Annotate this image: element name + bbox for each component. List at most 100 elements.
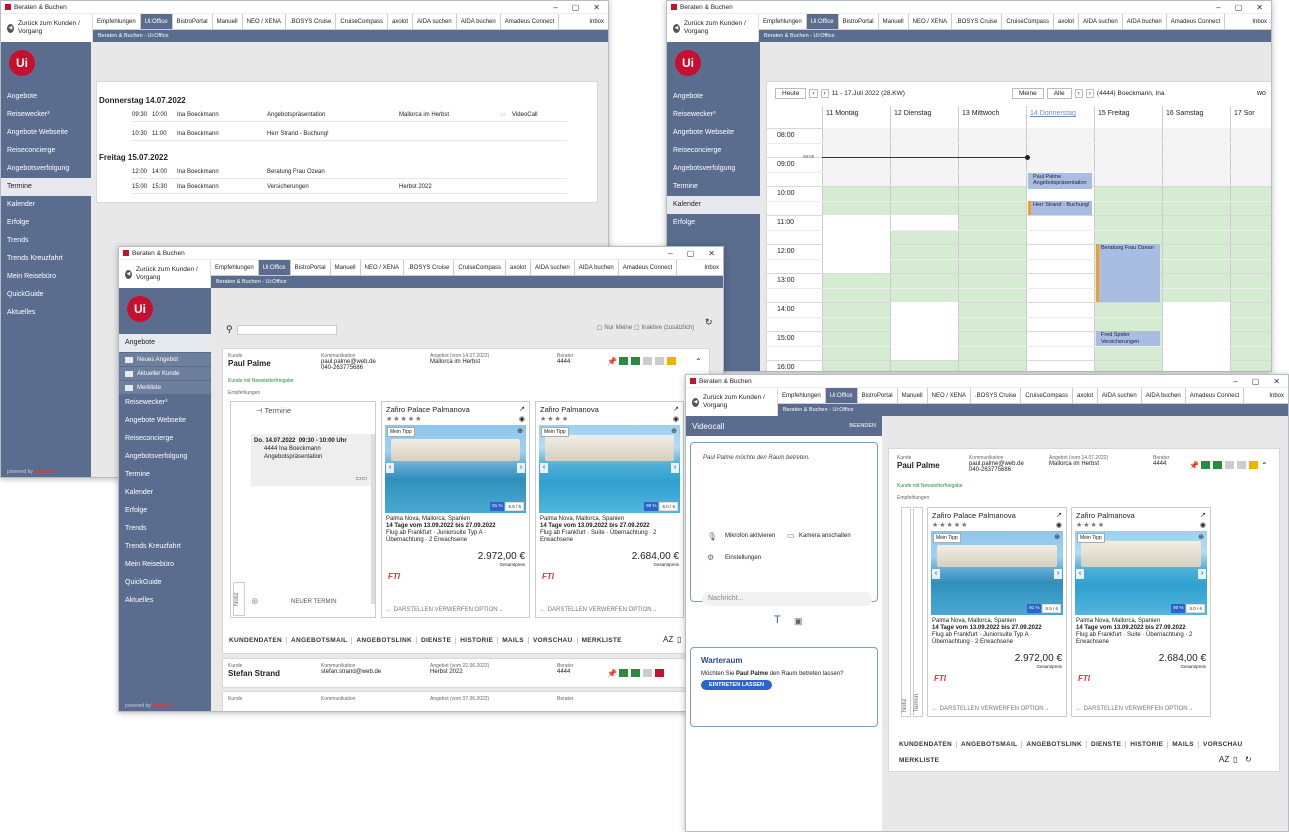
prev-image-button[interactable]: ‹ [540, 463, 548, 473]
tab-inbox[interactable]: Inbox [700, 260, 723, 275]
tab-historie[interactable]: HISTORIE [456, 637, 499, 644]
nav-trends[interactable]: Trends [1, 232, 91, 250]
tab-bosys[interactable]: .BOSYS Cruise [971, 388, 1022, 403]
image-icon[interactable]: ▣ [794, 616, 803, 627]
tab-bistroportal[interactable]: BistroPortal [173, 14, 213, 29]
card-icon[interactable] [631, 357, 640, 365]
globe-icon[interactable]: ⊕ [1198, 533, 1204, 541]
mic-button[interactable]: Mikrofon aktivieren [725, 533, 775, 539]
event-paul-palme[interactable]: Paul Palme Angebotspräsentation [1028, 172, 1092, 189]
offer-card[interactable]: Zafiro Palmanova ↗ ◉ ★★★★ Mein Tipp ⊕ ‹ › 90 %… [535, 401, 684, 618]
tab-kundendaten[interactable]: KUNDENDATEN [225, 637, 288, 644]
tab-aida-suchen[interactable]: AIDA suchen [531, 260, 575, 275]
eye-icon[interactable]: ◉ [673, 415, 679, 423]
maximize-icon[interactable]: ▢ [1252, 377, 1260, 386]
close-icon[interactable]: ✕ [1256, 3, 1263, 12]
next-image-button[interactable]: › [1054, 569, 1062, 579]
chat-icon[interactable] [643, 357, 652, 365]
refresh-icon[interactable]: ↻ [705, 317, 713, 328]
tab-manuell[interactable]: Manuell [898, 388, 928, 403]
nav-angebote[interactable]: Angebote [1, 88, 91, 106]
message-input[interactable]: Nachricht... [702, 592, 872, 606]
maximize-icon[interactable]: ▢ [572, 3, 580, 12]
tab-neo[interactable]: NEO / XENA [928, 388, 971, 403]
nav-aktuelles[interactable]: Aktuelles [1, 304, 91, 322]
tab-aida-suchen[interactable]: AIDA suchen [413, 14, 457, 29]
next-image-button[interactable]: › [517, 463, 525, 473]
nav-aktuelles[interactable]: Aktuelles [119, 592, 211, 610]
tab-aida-buchen[interactable]: AIDA buchen [457, 14, 501, 29]
offer-actions[interactable]: ← DARSTELLEN VERWERFEN OPTION→ [932, 706, 1050, 712]
cart-icon[interactable] [655, 669, 664, 677]
tab-cruisecompass[interactable]: CruiseCompass [336, 14, 389, 29]
pin-icon[interactable]: 📌 [1189, 461, 1199, 470]
offer-actions[interactable]: ← DARSTELLEN VERWERFEN OPTION→ [1076, 706, 1194, 712]
admit-button[interactable]: EINTRETEN LASSEN [701, 680, 773, 690]
prev-week-button[interactable]: ‹ [809, 89, 818, 98]
camera-icon[interactable]: ▭ [787, 531, 795, 540]
globe-icon[interactable]: ⊕ [671, 427, 677, 435]
offer-actions[interactable]: ← DARSTELLEN VERWERFEN OPTION→ [386, 607, 504, 613]
cart-icon[interactable] [1237, 461, 1246, 469]
tab-vorschau[interactable]: VORSCHAU [1199, 741, 1247, 748]
tab-inbox[interactable]: Inbox [1265, 388, 1288, 403]
nav-angebote[interactable]: Angebote [667, 88, 760, 106]
nav-reisewecker[interactable]: Reisewecker³ [1, 106, 91, 124]
maximize-icon[interactable]: ▢ [1235, 3, 1243, 12]
tab-aida-suchen[interactable]: AIDA suchen [1079, 14, 1123, 29]
tab-aida-suchen[interactable]: AIDA suchen [1098, 388, 1142, 403]
chat-icon[interactable] [1225, 461, 1234, 469]
subnav-merkliste[interactable]: Merkliste [119, 380, 211, 394]
tab-neo[interactable]: NEO / XENA [909, 14, 952, 29]
nav-angebotsverfolgung[interactable]: Angebotsverfolgung [667, 160, 760, 178]
tab-empfehlungen[interactable]: Empfehlungen [211, 260, 259, 275]
tab-inbox[interactable]: Inbox [585, 14, 608, 29]
tab-merkliste[interactable]: MERKLISTE [578, 637, 626, 644]
offer-actions[interactable]: ← DARSTELLEN VERWERFEN OPTION→ [540, 607, 658, 613]
tab-aida-buchen[interactable]: AIDA buchen [1142, 388, 1186, 403]
tab-manuell[interactable]: Manuell [879, 14, 909, 29]
nav-kalender[interactable]: Kalender [667, 196, 760, 214]
tab-bistroportal[interactable]: BistroPortal [858, 388, 898, 403]
event-frau-ozean[interactable]: Beratung Frau Ozean [1096, 244, 1160, 302]
tab-empfehlungen[interactable]: Empfehlungen [778, 388, 826, 403]
minimize-icon[interactable]: – [1216, 3, 1220, 12]
nav-termine[interactable]: Termine [1, 178, 91, 196]
refresh-icon[interactable]: ↻ [1245, 755, 1252, 764]
card-icon[interactable] [1213, 461, 1222, 469]
tab-amadeus[interactable]: Amadeus Connect [619, 260, 678, 275]
collapse-icon[interactable]: ⌃ [1261, 461, 1268, 470]
back-button[interactable]: ◀ Zurück zum Kunden / Vorgang [1, 14, 93, 42]
back-button[interactable]: ◀ Zurück zum Kunden / Vorgang [686, 388, 778, 416]
nav-reisewecker[interactable]: Reisewecker³ [119, 394, 211, 412]
tab-merkliste[interactable]: MERKLISTE [895, 757, 943, 764]
appointment-row[interactable]: 15:00 15:30 Ina Boeckmann Versicherungen Her… [132, 180, 567, 194]
tab-inbox[interactable]: Inbox [1248, 14, 1271, 29]
tab-amadeus[interactable]: Amadeus Connect [1186, 388, 1245, 403]
nav-angebotsverfolgung[interactable]: Angebotsverfolgung [119, 448, 211, 466]
mail-check-icon[interactable] [619, 669, 628, 677]
close-icon[interactable]: ✕ [708, 249, 715, 258]
nav-quickguide[interactable]: QuickGuide [1, 286, 91, 304]
new-appointment-button[interactable]: NEUER TERMIN [291, 599, 337, 605]
tab-cruisecompass[interactable]: CruiseCompass [1002, 14, 1055, 29]
minimize-icon[interactable]: – [1233, 377, 1237, 386]
tab-mails[interactable]: MAILS [498, 637, 529, 644]
tab-axolot[interactable]: axolot [1073, 388, 1099, 403]
next-image-button[interactable]: › [1198, 569, 1206, 579]
view-mode[interactable]: wo [1257, 90, 1266, 97]
device-icon[interactable]: ▯ [677, 635, 681, 644]
prev-image-button[interactable]: ‹ [1076, 569, 1084, 579]
share-icon[interactable]: ↗ [1200, 511, 1206, 519]
nav-kalender[interactable]: Kalender [119, 484, 211, 502]
tab-bosys[interactable]: .BOSYS Cruise [404, 260, 455, 275]
customer-card[interactable]: Kunde Kommunikation Angebot (vom 07.06.2… [222, 691, 710, 711]
hotel-image[interactable]: Mein Tipp ⊕ ‹ › 90 % 5.0 / 6 [1075, 531, 1207, 615]
nav-erfolge[interactable]: Erfolge [667, 214, 760, 232]
close-icon[interactable]: ✕ [1273, 377, 1280, 386]
nav-mein-reisebuero[interactable]: Mein Reisebüro [119, 556, 211, 574]
eye-icon[interactable]: ◉ [1056, 521, 1062, 529]
next-image-button[interactable]: › [671, 463, 679, 473]
tab-uioffice[interactable]: Ui:Office [825, 388, 858, 403]
offer-card[interactable]: Zafiro Palmanova ↗ ◉ ★★★★ Mein Tipp ⊕ ‹ › 90 %… [1071, 507, 1211, 717]
